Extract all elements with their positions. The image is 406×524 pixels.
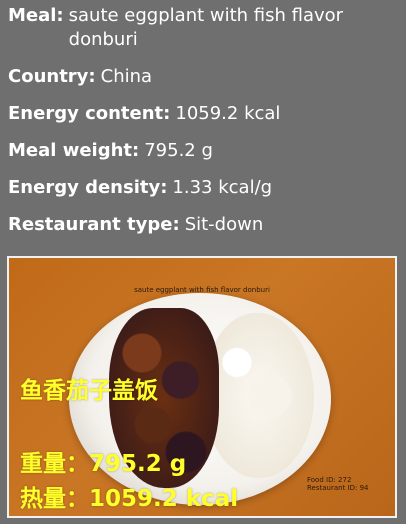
restaurant-label: Restaurant type:	[8, 214, 180, 235]
energy-row: Energy content: 1059.2 kcal	[8, 102, 400, 126]
country-value: China	[100, 66, 153, 87]
meal-photo: saute eggplant with fish flavor donburi …	[7, 256, 397, 518]
meal-label: Meal:	[8, 5, 64, 26]
overlay-energy: 热量：1059.2 kcal	[20, 486, 239, 512]
weight-value: 795.2 g	[144, 140, 213, 161]
energy-value: 1059.2 kcal	[175, 103, 281, 124]
weight-label: Meal weight:	[8, 140, 140, 161]
energy-label: Energy content:	[8, 103, 171, 124]
photo-ids: Food ID: 272 Restaurant ID: 94	[307, 476, 369, 492]
density-label: Energy density:	[8, 177, 168, 198]
restaurant-value: Sit-down	[184, 214, 264, 235]
density-value: 1.33 kcal/g	[172, 177, 273, 198]
country-row: Country: China	[8, 65, 400, 89]
overlay-weight: 重量：795.2 g	[20, 451, 187, 477]
meal-row: Meal: saute eggplant with fish flavor do…	[8, 4, 400, 52]
rice	[204, 313, 314, 478]
restaurant-row: Restaurant type: Sit-down	[8, 213, 400, 237]
restaurant-id: Restaurant ID: 94	[307, 484, 369, 492]
overlay-meal-name: 鱼香茄子盖饭	[20, 378, 158, 404]
density-row: Energy density: 1.33 kcal/g	[8, 176, 400, 200]
meal-value: saute eggplant with fish flavor donburi	[68, 5, 344, 50]
meal-info-panel: Meal: saute eggplant with fish flavor do…	[8, 4, 400, 250]
country-label: Country:	[8, 66, 96, 87]
food-id: Food ID: 272	[307, 476, 352, 484]
weight-row: Meal weight: 795.2 g	[8, 139, 400, 163]
